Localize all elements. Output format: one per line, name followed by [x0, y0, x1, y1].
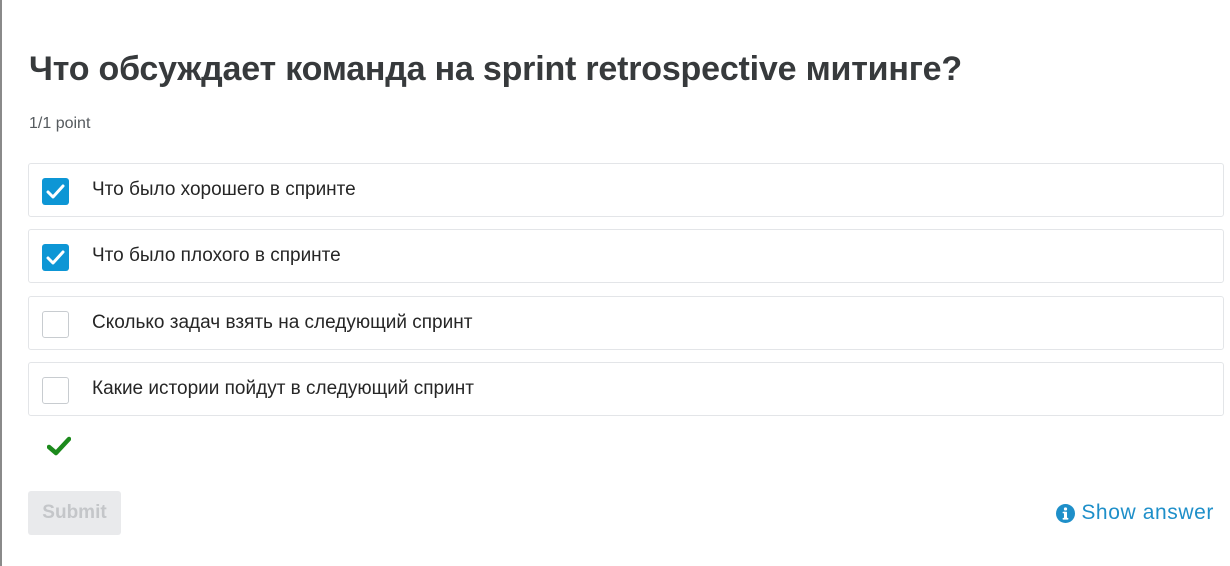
- question-title: Что обсуждает команда на sprint retrospe…: [29, 50, 962, 88]
- checkbox-checked[interactable]: [42, 244, 69, 271]
- problem-frame: Что обсуждает команда на sprint retrospe…: [0, 0, 1230, 566]
- info-icon: [1056, 503, 1076, 523]
- choice-option-2[interactable]: Что было плохого в спринте: [28, 229, 1224, 283]
- choice-option-1[interactable]: Что было хорошего в спринте: [28, 163, 1224, 217]
- submit-button[interactable]: Submit: [28, 491, 121, 535]
- choice-option-3[interactable]: Сколько задач взять на следующий спринт: [28, 296, 1224, 350]
- choice-label: Что было плохого в спринте: [92, 245, 341, 266]
- checkmark-icon: [47, 436, 71, 456]
- choice-label: Сколько задач взять на следующий спринт: [92, 312, 473, 333]
- show-answer-link[interactable]: Show answer: [1056, 501, 1214, 525]
- checkbox-checked[interactable]: [42, 178, 69, 205]
- choice-label: Что было хорошего в спринте: [92, 179, 356, 200]
- check-icon: [46, 250, 65, 265]
- choice-label: Какие истории пойдут в следующий спринт: [92, 378, 474, 399]
- points-label: 1/1 point: [29, 115, 91, 132]
- checkbox-unchecked[interactable]: [42, 377, 69, 404]
- check-icon: [46, 184, 65, 199]
- choice-option-4[interactable]: Какие истории пойдут в следующий спринт: [28, 362, 1224, 416]
- checkbox-unchecked[interactable]: [42, 311, 69, 338]
- show-answer-label: Show answer: [1081, 501, 1214, 524]
